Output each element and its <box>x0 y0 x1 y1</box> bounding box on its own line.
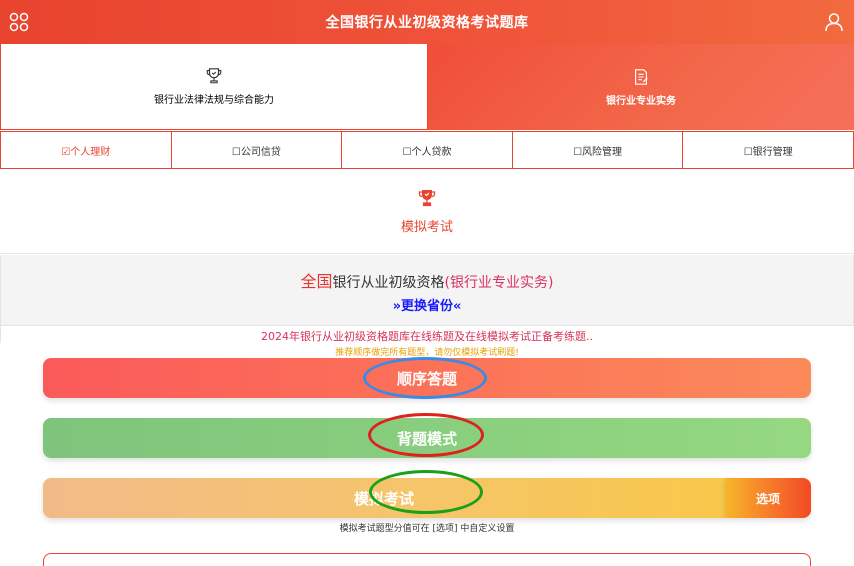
category-selector: 银行业法律法规与综合能力 银行业专业实务 <box>0 44 854 130</box>
tab-bank-management[interactable]: ☐银行管理 <box>683 131 854 169</box>
options-button[interactable]: 选项 <box>725 478 811 518</box>
page-title: 全国银行从业初级资格考试题库 <box>325 15 529 31</box>
tab-personal-finance[interactable]: ☑个人理财 <box>0 131 172 169</box>
tab-personal-loan[interactable]: ☐个人贷款 <box>342 131 513 169</box>
mock-exam-label: 模拟考试 <box>400 220 453 235</box>
exam-title: 全国银行从业初级资格(银行业专业实务) <box>1 268 853 292</box>
annotation-circle-blue <box>363 357 487 399</box>
exam-name: 银行从业初级资格 <box>332 275 445 291</box>
change-region-link[interactable]: »更换省份« <box>1 295 853 314</box>
annotation-circle-green <box>369 470 483 514</box>
category-practice[interactable]: 银行业专业实务 <box>428 44 854 130</box>
user-icon[interactable] <box>824 12 844 32</box>
tab-risk-management[interactable]: ☐风险管理 <box>512 131 684 169</box>
subject-tabs: ☑个人理财 ☐公司信贷 ☐个人贷款 ☐风险管理 ☐银行管理 <box>0 131 854 169</box>
subject-name: (银行业专业实务) <box>444 275 554 291</box>
trophy-icon <box>418 190 436 207</box>
document-icon <box>635 68 648 85</box>
grid-menu-icon[interactable] <box>9 12 29 32</box>
app-header: 全国银行从业初级资格考试题库 <box>0 0 854 44</box>
region-name: 全国 <box>300 272 333 291</box>
category-label: 银行业专业实务 <box>606 95 676 107</box>
notice-line-1: 2024年银行从业初级资格题库在线练题及在线模拟考试正备考练题.. <box>261 330 593 343</box>
options-hint: 模拟考试题型分值可在 [选项] 中自定义设置 <box>339 524 515 534</box>
trophy-icon <box>206 68 222 84</box>
category-label: 银行业法律法规与综合能力 <box>154 95 274 106</box>
category-law[interactable]: 银行业法律法规与综合能力 <box>0 44 428 130</box>
tab-corporate-credit[interactable]: ☐公司信贷 <box>171 131 343 169</box>
bottom-card <box>43 553 811 566</box>
annotation-circle-red <box>368 413 484 457</box>
mock-exam-entry[interactable]: 模拟考试 <box>0 170 854 254</box>
